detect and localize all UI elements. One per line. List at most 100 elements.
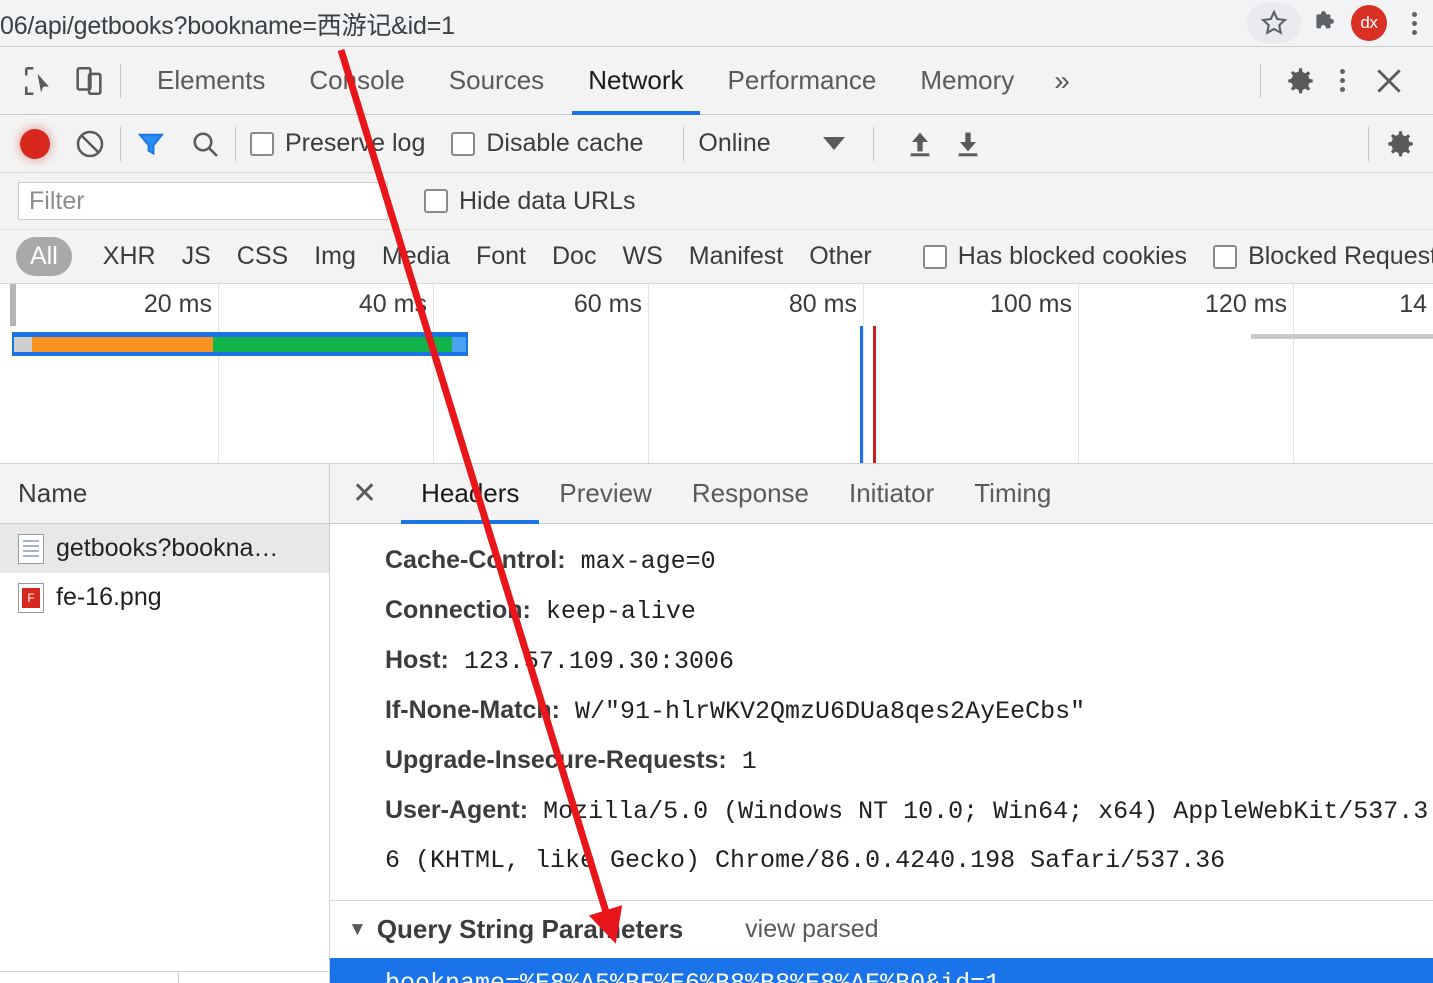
header-key: Cache-Control: — [385, 546, 566, 574]
type-chip-ws[interactable]: WS — [609, 242, 675, 271]
omnibox-action-buttons: dx — [1247, 0, 1427, 46]
header-key: User-Agent: — [385, 796, 529, 824]
chevron-down-icon: ▼ — [348, 918, 367, 940]
network-toolbar: Preserve log Disable cache Online — [0, 115, 1433, 173]
has-blocked-cookies-label: Has blocked cookies — [957, 242, 1188, 270]
query-string-source-row[interactable]: bookname=%E8%A5%BF%E6%B8%B8%E8%AE%B0&id=… — [330, 958, 1433, 983]
blocked-requests-checkbox[interactable]: Blocked Requests — [1213, 242, 1433, 271]
divider — [1368, 126, 1369, 161]
network-overview-timeline[interactable]: 20 ms 40 ms 60 ms 80 ms 100 ms 120 ms 14 — [0, 284, 1433, 464]
disable-cache-label: Disable cache — [486, 129, 644, 157]
type-chip-media[interactable]: Media — [369, 242, 463, 271]
view-parsed-toggle[interactable]: view parsed — [745, 915, 878, 944]
type-chip-xhr[interactable]: XHR — [90, 242, 169, 271]
divider — [1260, 63, 1261, 98]
segment-request-sent — [32, 337, 213, 352]
header-value: Mozilla/5.0 (Windows NT 10.0; Win64; x64… — [543, 797, 1429, 826]
close-icon[interactable] — [1373, 65, 1405, 97]
search-icon[interactable] — [189, 128, 221, 160]
network-lower-split: Name getbooks?bookna… F fe-16.png ✕ Head… — [0, 464, 1433, 983]
query-string-parameters-header[interactable]: ▼ Query String Parameters view parsed — [330, 900, 1433, 958]
segment-queueing — [14, 337, 33, 352]
network-settings-gear-icon[interactable] — [1383, 127, 1417, 161]
resource-type-filters: All XHR JS CSS Img Media Font Doc WS Man… — [0, 230, 1433, 284]
type-chip-other[interactable]: Other — [796, 242, 885, 271]
document-icon — [18, 533, 44, 564]
export-har-icon[interactable] — [952, 128, 984, 160]
checkbox-box — [451, 131, 476, 156]
kebab-menu-icon[interactable] — [1401, 5, 1427, 41]
has-blocked-cookies-checkbox[interactable]: Has blocked cookies — [922, 242, 1188, 271]
overview-horizontal-scrollbar[interactable] — [1251, 334, 1433, 339]
type-chip-js[interactable]: JS — [169, 242, 224, 271]
timeline-gridline — [863, 284, 864, 463]
request-detail-panel: ✕ Headers Preview Response Initiator Tim… — [330, 464, 1433, 983]
type-chip-manifest[interactable]: Manifest — [676, 242, 796, 271]
device-toolbar-icon[interactable] — [72, 64, 106, 98]
puzzle-icon[interactable] — [1311, 8, 1341, 38]
hide-data-urls-checkbox[interactable]: Hide data URLs — [424, 187, 635, 216]
type-chip-doc[interactable]: Doc — [539, 242, 609, 271]
tab-network[interactable]: Network — [566, 47, 705, 115]
overview-scroll-handle[interactable] — [10, 284, 16, 326]
timeline-gridline — [433, 284, 434, 463]
close-icon[interactable]: ✕ — [352, 478, 377, 509]
devtools-main-menu-icon[interactable] — [1329, 63, 1355, 99]
timeline-tick-label: 40 ms — [358, 290, 427, 318]
table-row[interactable]: getbooks?bookna… — [0, 524, 329, 573]
devtools-panel: Elements Console Sources Network Perform… — [0, 46, 1433, 983]
tab-elements[interactable]: Elements — [135, 47, 287, 115]
header-value-user-agent-wrap: 6 (KHTML, like Gecko) Chrome/86.0.4240.1… — [385, 846, 1226, 875]
tab-timing[interactable]: Timing — [954, 464, 1071, 524]
timeline-gridline — [648, 284, 649, 463]
bookmark-star-button[interactable] — [1247, 3, 1301, 43]
chevron-down-icon — [822, 137, 845, 150]
type-chip-font[interactable]: Font — [463, 242, 539, 271]
gear-icon[interactable] — [1283, 64, 1317, 98]
timeline-gridline — [1293, 284, 1294, 463]
inspect-element-icon[interactable] — [22, 64, 56, 98]
tab-initiator[interactable]: Initiator — [829, 464, 954, 524]
tab-preview[interactable]: Preview — [539, 464, 671, 524]
avatar[interactable]: dx — [1351, 5, 1387, 41]
image-file-icon: F — [18, 582, 44, 613]
header-value: W/"91-hlrWKV2QmzU6DUa8qes2AyEeCbs" — [575, 697, 1086, 726]
type-chip-all[interactable]: All — [16, 237, 72, 276]
timeline-tick-label: 100 ms — [990, 290, 1072, 318]
tab-sources[interactable]: Sources — [427, 47, 566, 115]
devtools-tool-icons — [0, 64, 106, 98]
filter-input[interactable] — [18, 182, 388, 220]
clear-network-log-icon[interactable] — [74, 128, 106, 160]
tab-memory[interactable]: Memory — [898, 47, 1036, 115]
request-list-panel: Name getbooks?bookna… F fe-16.png — [0, 464, 330, 983]
table-row[interactable]: F fe-16.png — [0, 573, 329, 622]
header-key: Upgrade-Insecure-Requests: — [385, 746, 727, 774]
tab-console[interactable]: Console — [287, 47, 426, 115]
header-key: If-None-Match: — [385, 696, 560, 724]
disable-cache-checkbox[interactable]: Disable cache — [451, 129, 643, 158]
header-row-host: Host: 123.57.109.30:3006 — [385, 636, 1433, 686]
import-har-icon[interactable] — [904, 128, 936, 160]
more-tabs-button[interactable]: » — [1036, 65, 1088, 97]
preserve-log-checkbox[interactable]: Preserve log — [250, 129, 425, 158]
star-icon — [1259, 8, 1289, 38]
tab-performance[interactable]: Performance — [706, 47, 899, 115]
header-row-connection: Connection: keep-alive — [385, 586, 1433, 636]
record-button-icon[interactable] — [20, 128, 50, 159]
address-bar-url[interactable]: 06/api/getbooks?bookname=西游记&id=1 — [0, 6, 455, 42]
throttling-select[interactable]: Online — [698, 129, 845, 158]
type-chip-img[interactable]: Img — [301, 242, 369, 271]
header-value: keep-alive — [545, 597, 696, 626]
timeline-gridline — [1078, 284, 1079, 463]
tab-headers[interactable]: Headers — [401, 464, 540, 524]
timeline-tick-label: 14 — [1399, 290, 1427, 318]
header-row-upgrade-insecure-requests: Upgrade-Insecure-Requests: 1 — [385, 736, 1433, 786]
divider — [683, 126, 685, 161]
divider — [235, 126, 236, 161]
type-chip-css[interactable]: CSS — [224, 242, 301, 271]
header-value: 1 — [741, 747, 757, 776]
request-list-header: Name — [0, 464, 329, 524]
checkbox-box — [424, 189, 448, 213]
filter-funnel-icon[interactable] — [135, 128, 167, 160]
tab-response[interactable]: Response — [672, 464, 829, 524]
